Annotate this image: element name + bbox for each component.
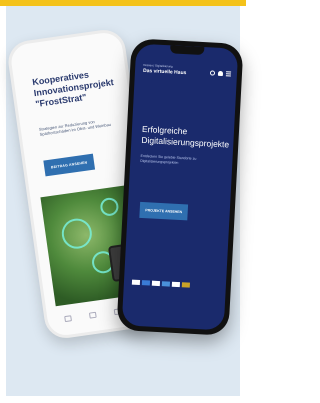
mockup-card: Kooperatives Innovationsprojekt "FrostSt… — [5, 6, 244, 396]
site-logo[interactable]: Das virtuelle Haus — [143, 68, 187, 76]
black-phone-mockup: Hessen | Digitalisierung Das virtuelle H… — [116, 38, 244, 336]
phone-notch — [169, 45, 205, 56]
search-icon[interactable] — [209, 70, 216, 76]
project-description: Strategien zur Reduzierung von Spätfrost… — [38, 119, 112, 137]
doc-icon[interactable] — [88, 311, 97, 319]
user-icon[interactable] — [217, 70, 224, 77]
menu-icon[interactable] — [225, 71, 232, 77]
partner-logo — [141, 280, 151, 286]
partner-logo — [181, 282, 191, 288]
home-icon[interactable] — [64, 315, 72, 323]
header-icons — [209, 70, 232, 77]
view-article-button[interactable]: BEITRAG ANSEHEN — [43, 153, 96, 177]
hero-description: Entdecken Sie gelebte Standorte zu Digit… — [140, 153, 197, 165]
partner-logo — [151, 280, 161, 287]
project-title: Kooperatives Innovationsprojekt "FrostSt… — [31, 69, 115, 110]
hero-title: Erfolgreiche Digitalisierungsprojekte — [141, 123, 230, 150]
hologram-circle-icon — [59, 216, 94, 251]
partner-logos — [131, 279, 191, 288]
hologram-circle-icon — [99, 196, 120, 217]
view-projects-button[interactable]: PROJEKTE ANSEHEN — [139, 201, 189, 221]
site-header: Hessen | Digitalisierung Das virtuelle H… — [143, 63, 232, 81]
black-phone-screen: Hessen | Digitalisierung Das virtuelle H… — [121, 43, 239, 331]
partner-logo — [131, 279, 141, 286]
partner-logo — [171, 281, 181, 288]
partner-logo — [161, 281, 171, 287]
